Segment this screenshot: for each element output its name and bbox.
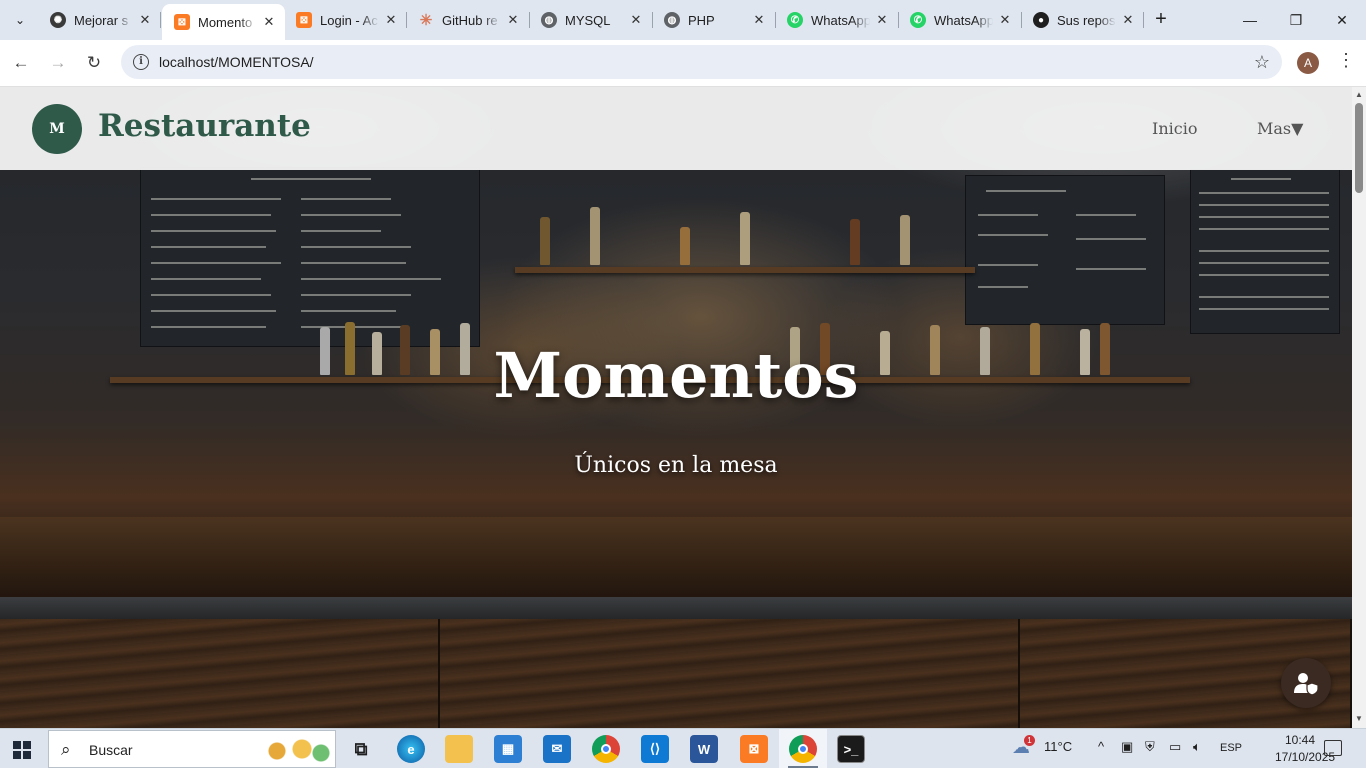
- clock-date: 17/10/2025: [1275, 750, 1336, 764]
- whatsapp-icon: ✆: [910, 12, 926, 28]
- store-icon[interactable]: ▦: [494, 735, 522, 763]
- terminal-icon[interactable]: >_: [837, 735, 865, 763]
- tab-title: Login - Ac: [320, 12, 378, 28]
- tab-separator: [160, 12, 161, 28]
- meet-now-icon[interactable]: ▣: [1121, 739, 1133, 755]
- scroll-up-icon[interactable]: ▲: [1355, 90, 1363, 99]
- tab-github-re[interactable]: ✳ GitHub re ✕: [406, 4, 529, 36]
- task-view-icon[interactable]: ⧉: [347, 735, 375, 763]
- xampp-icon: ⊠: [174, 14, 190, 30]
- address-bar[interactable]: i localhost/MOMENTOSA/ ☆: [121, 45, 1282, 79]
- close-icon[interactable]: ✕: [505, 12, 521, 28]
- close-icon[interactable]: ✕: [1120, 12, 1136, 28]
- back-arrow-icon[interactable]: ←: [8, 50, 34, 76]
- xampp-icon[interactable]: ⊠: [740, 735, 768, 763]
- browser-menu-icon[interactable]: ⋮: [1336, 50, 1356, 71]
- url-text[interactable]: localhost/MOMENTOSA/: [159, 54, 314, 70]
- nav-dropdown-mas[interactable]: Mas▼: [1257, 119, 1303, 138]
- tab-title: WhatsApp: [934, 12, 993, 28]
- close-icon[interactable]: ✕: [137, 12, 153, 28]
- user-admin-button[interactable]: [1281, 658, 1331, 708]
- tab-title: Momento: [198, 14, 253, 30]
- edge-icon[interactable]: e: [397, 735, 425, 763]
- notifications-icon[interactable]: [1324, 740, 1342, 756]
- system-clock[interactable]: 10:44 17/10/2025: [1275, 732, 1336, 766]
- word-icon[interactable]: W: [690, 735, 718, 763]
- tab-title: MYSQL: [565, 12, 611, 28]
- windows-taskbar: ⌕ Buscar ⧉ e ▦ ✉ ⟨⟩ W ⊠ >_ ☁ 1 11°C ^ ▣ …: [0, 728, 1366, 768]
- nav-link-inicio[interactable]: Inicio: [1152, 119, 1197, 138]
- mail-icon[interactable]: ✉: [543, 735, 571, 763]
- whatsapp-icon: ✆: [787, 12, 803, 28]
- close-icon[interactable]: ✕: [383, 12, 399, 28]
- search-placeholder[interactable]: Buscar: [89, 742, 133, 758]
- close-icon[interactable]: ✕: [261, 14, 277, 30]
- tab-title: Mejorar s: [74, 12, 129, 28]
- globe-icon: ◍: [664, 12, 680, 28]
- page-scrollbar[interactable]: ▲ ▼: [1352, 87, 1366, 728]
- tab-mysql[interactable]: ◍ MYSQL ✕: [529, 4, 652, 36]
- site-logo[interactable]: M: [32, 104, 82, 154]
- chatgpt-icon: ✺: [50, 12, 66, 28]
- hero-subtitle: Únicos en la mesa: [574, 453, 778, 478]
- globe-icon: ◍: [541, 12, 557, 28]
- language-indicator[interactable]: ESP: [1220, 742, 1242, 754]
- reload-icon[interactable]: ↻: [81, 50, 107, 76]
- xampp-icon: ⊠: [296, 12, 312, 28]
- tab-title: PHP: [688, 12, 715, 28]
- file-explorer-icon[interactable]: [445, 735, 473, 763]
- forward-arrow-icon[interactable]: →: [45, 50, 71, 76]
- network-icon[interactable]: ▭: [1169, 739, 1181, 755]
- chevron-up-icon[interactable]: ^: [1098, 739, 1104, 754]
- search-highlight-image: [257, 731, 335, 767]
- close-icon[interactable]: ✕: [997, 12, 1013, 28]
- windows-start-icon[interactable]: [13, 741, 31, 759]
- close-window-button[interactable]: ✕: [1319, 6, 1365, 34]
- tab-mejorar[interactable]: ✺ Mejorar s ✕: [38, 4, 161, 36]
- tab-title: GitHub re: [442, 12, 498, 28]
- minimize-button[interactable]: —: [1227, 6, 1273, 34]
- hero-title: Momentos: [493, 339, 859, 412]
- github-icon: ●: [1033, 12, 1049, 28]
- close-icon[interactable]: ✕: [874, 12, 890, 28]
- clock-time: 10:44: [1284, 733, 1316, 747]
- close-icon[interactable]: ✕: [751, 12, 767, 28]
- tab-php[interactable]: ◍ PHP ✕: [652, 4, 775, 36]
- weather-temperature[interactable]: 11°C: [1044, 739, 1072, 754]
- tab-momentos[interactable]: ⊠ Momento ✕: [162, 4, 285, 40]
- tab-login[interactable]: ⊠ Login - Ac ✕: [284, 4, 407, 36]
- site-header: M Restaurante Inicio Mas▼: [0, 87, 1352, 170]
- page-viewport: M Restaurante Inicio Mas▼ Momentos Único…: [0, 87, 1352, 728]
- vscode-icon[interactable]: ⟨⟩: [641, 735, 669, 763]
- chrome-icon[interactable]: [592, 735, 620, 763]
- tab-strip: ⌄ ✺ Mejorar s ✕ ⊠ Momento ✕ ⊠ Login - Ac…: [0, 0, 1366, 40]
- security-icon[interactable]: ⛨: [1145, 739, 1155, 755]
- tab-title: WhatsApp: [811, 12, 870, 28]
- tab-sus-repos[interactable]: ● Sus repos ✕: [1021, 4, 1144, 36]
- scroll-down-icon[interactable]: ▼: [1355, 714, 1363, 723]
- tab-separator: [1143, 12, 1144, 28]
- user-shield-icon: [1294, 673, 1319, 695]
- maximize-button[interactable]: ❐: [1273, 6, 1319, 34]
- bookmark-star-icon[interactable]: ☆: [1254, 52, 1270, 73]
- claude-icon: ✳: [419, 12, 433, 29]
- search-icon: ⌕: [61, 740, 71, 759]
- new-tab-button[interactable]: +: [1150, 8, 1172, 30]
- scrollbar-thumb[interactable]: [1355, 103, 1363, 193]
- site-info-icon[interactable]: i: [133, 54, 149, 70]
- weather-badge: 1: [1024, 735, 1035, 746]
- tab-whatsapp-1[interactable]: ✆ WhatsApp ✕: [775, 4, 898, 36]
- close-icon[interactable]: ✕: [628, 12, 644, 28]
- tab-title: Sus repos: [1057, 12, 1116, 28]
- tab-whatsapp-2[interactable]: ✆ WhatsApp ✕: [898, 4, 1021, 36]
- taskbar-search[interactable]: ⌕ Buscar: [48, 730, 336, 768]
- profile-avatar[interactable]: A: [1297, 52, 1319, 74]
- chrome-profile-icon[interactable]: [789, 735, 817, 763]
- volume-icon[interactable]: 🔈︎: [1193, 739, 1201, 755]
- browser-toolbar: ← → ↻ i localhost/MOMENTOSA/ ☆ A ⋮: [0, 40, 1366, 87]
- site-brand-title[interactable]: Restaurante: [98, 108, 311, 144]
- tab-search-button[interactable]: ⌄: [6, 6, 34, 34]
